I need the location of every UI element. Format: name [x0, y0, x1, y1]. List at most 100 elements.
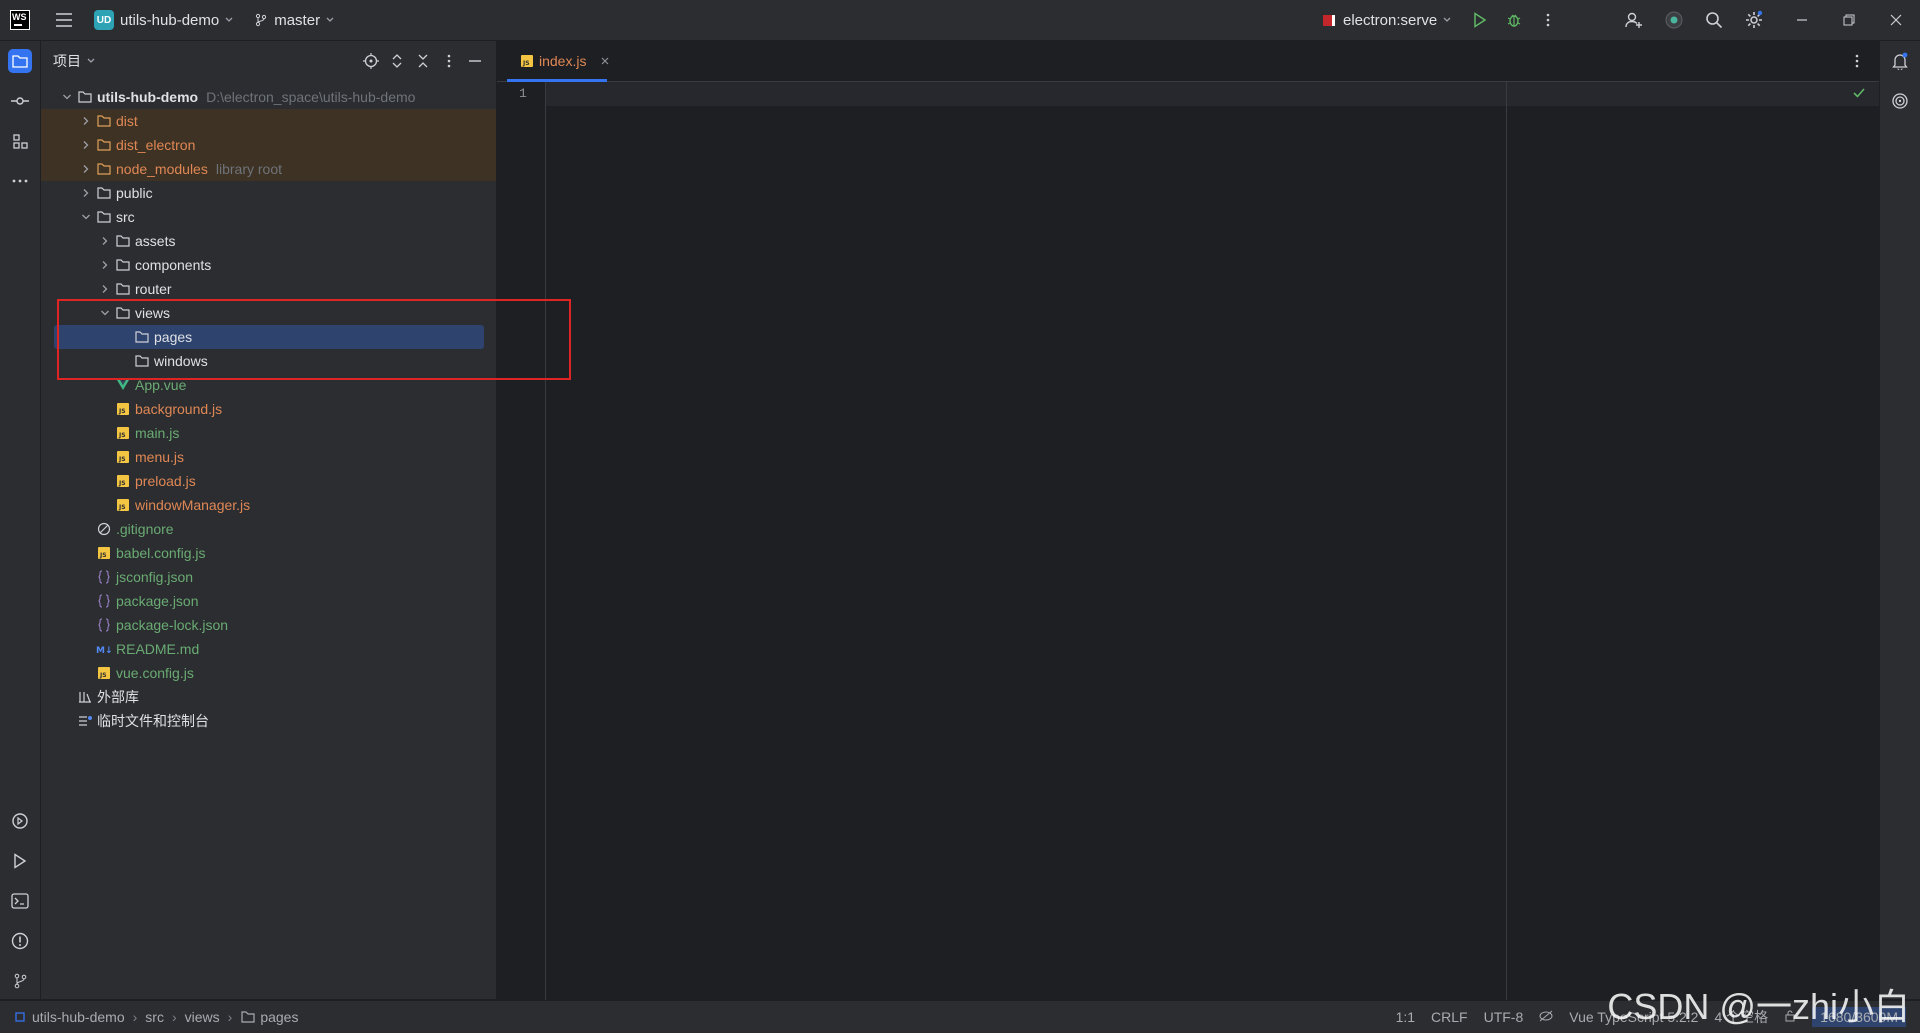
tree-row-[interactable]: 外部库	[41, 685, 496, 709]
tree-row-preload-js[interactable]: JS preload.js	[41, 469, 496, 493]
code-with-me-icon[interactable]	[1622, 8, 1646, 32]
chevron-down-icon[interactable]	[78, 209, 94, 225]
chevron-right-icon[interactable]	[78, 161, 94, 177]
main-menu-icon[interactable]	[52, 8, 76, 32]
tree-row-public[interactable]: public	[41, 181, 496, 205]
tree-row-components[interactable]: components	[41, 253, 496, 277]
chevron-right-icon[interactable]	[78, 113, 94, 129]
tree-item-label: package.json	[116, 593, 199, 609]
tree-row-utils-hub-demo[interactable]: utils-hub-demo D:\electron_space\utils-hu…	[41, 85, 496, 109]
tree-row-jsconfig-json[interactable]: jsconfig.json	[41, 565, 496, 589]
editor-tab-index-js[interactable]: JS index.js	[507, 41, 622, 81]
run-config-selector[interactable]: electron:serve	[1323, 12, 1452, 29]
run-icon[interactable]	[1468, 8, 1492, 32]
tree-row-gitignore[interactable]: .gitignore	[41, 517, 496, 541]
tree-row-package-json[interactable]: package.json	[41, 589, 496, 613]
problems-icon[interactable]	[8, 929, 32, 953]
expand-all-icon[interactable]	[385, 49, 409, 73]
chevron-down-icon	[87, 58, 95, 63]
file-encoding[interactable]: UTF-8	[1484, 1009, 1524, 1025]
tree-row-dist[interactable]: dist	[41, 109, 496, 133]
tree-row-assets[interactable]: assets	[41, 229, 496, 253]
external-library-icon	[77, 689, 93, 705]
project-view-selector[interactable]: 项目	[53, 51, 96, 71]
hide-panel-icon[interactable]	[463, 49, 487, 73]
tree-row-pages[interactable]: pages	[54, 325, 484, 349]
tree-row-app-vue[interactable]: App.vue	[41, 373, 496, 397]
chevron-right-icon: ›	[171, 1009, 177, 1025]
tree-item-label: windows	[154, 353, 208, 369]
tab-options-icon[interactable]	[1845, 49, 1869, 73]
ai-assistant-spiral-icon[interactable]	[1888, 89, 1912, 113]
services-icon[interactable]	[8, 809, 32, 833]
tree-row-[interactable]: 临时文件和控制台	[41, 709, 496, 733]
restore-window-icon[interactable]	[1837, 8, 1861, 32]
breadcrumb-item[interactable]: views	[185, 1009, 220, 1025]
ai-assistant-icon[interactable]	[1662, 8, 1686, 32]
debug-icon[interactable]	[1502, 8, 1526, 32]
chevron-right-icon[interactable]	[78, 185, 94, 201]
line-separator[interactable]: CRLF	[1431, 1009, 1468, 1025]
tree-row-background-js[interactable]: JS background.js	[41, 397, 496, 421]
terminal-icon[interactable]	[8, 889, 32, 913]
tree-row-vue-config-js[interactable]: JS vue.config.js	[41, 661, 496, 685]
svg-text:JS: JS	[99, 672, 107, 679]
close-window-icon[interactable]	[1884, 8, 1908, 32]
commit-icon[interactable]	[8, 89, 32, 113]
project-switcher[interactable]: UD utils-hub-demo	[94, 10, 234, 30]
tree-row-router[interactable]: router	[41, 277, 496, 301]
run-tool-icon[interactable]	[8, 849, 32, 873]
tree-row-main-js[interactable]: JS main.js	[41, 421, 496, 445]
collapse-all-icon[interactable]	[411, 49, 435, 73]
minimize-window-icon[interactable]	[1790, 8, 1814, 32]
close-tab-icon[interactable]	[600, 56, 610, 66]
chevron-right-icon[interactable]	[97, 257, 113, 273]
chevron-right-icon[interactable]	[97, 233, 113, 249]
js-file-icon: JS	[115, 425, 131, 441]
options-icon[interactable]	[437, 49, 461, 73]
branch-name: master	[274, 11, 321, 29]
chevron-right-icon[interactable]	[97, 281, 113, 297]
tree-row-readme-md[interactable]: M↓ README.md	[41, 637, 496, 661]
more-tool-windows-icon[interactable]	[8, 169, 32, 193]
tree-row-src[interactable]: src	[41, 205, 496, 229]
caret-position[interactable]: 1:1	[1396, 1009, 1415, 1025]
project-badge: UD	[94, 10, 114, 30]
no-problems-check-icon	[1851, 85, 1867, 101]
tree-row-windows[interactable]: windows	[41, 349, 496, 373]
search-everywhere-icon[interactable]	[1702, 8, 1726, 32]
more-actions-icon[interactable]	[1536, 8, 1560, 32]
tree-row-babel-config-js[interactable]: JS babel.config.js	[41, 541, 496, 565]
tree-item-label: dist	[116, 113, 138, 129]
eye-off-icon[interactable]	[1539, 1009, 1553, 1025]
notifications-bell-icon[interactable]	[1888, 49, 1912, 73]
settings-gear-icon[interactable]	[1742, 8, 1766, 32]
js-file-icon: JS	[96, 545, 112, 561]
structure-icon[interactable]	[8, 129, 32, 153]
module-icon	[12, 1009, 28, 1025]
js-file-icon: JS	[115, 497, 131, 513]
tree-row-node-modules[interactable]: node_modules library root	[41, 157, 496, 181]
tree-item-label: preload.js	[135, 473, 196, 489]
chevron-down-icon[interactable]	[59, 89, 75, 105]
breadcrumb-item[interactable]: src	[145, 1009, 164, 1025]
tree-row-views[interactable]: views	[41, 301, 496, 325]
locate-file-icon[interactable]	[359, 49, 383, 73]
tree-row-menu-js[interactable]: JS menu.js	[41, 445, 496, 469]
tree-item-label: node_modules	[116, 161, 208, 177]
project-folder-icon[interactable]	[8, 49, 32, 73]
breadcrumb-item[interactable]: pages	[260, 1009, 298, 1025]
chevron-right-icon[interactable]	[78, 137, 94, 153]
git-icon[interactable]	[8, 969, 32, 993]
vcs-branch-switcher[interactable]: master	[254, 12, 335, 29]
folder-icon	[134, 329, 150, 345]
code-text-area[interactable]	[546, 82, 1879, 1016]
tree-row-dist-electron[interactable]: dist_electron	[41, 133, 496, 157]
chevron-down-icon[interactable]	[97, 305, 113, 321]
breadcrumb-item[interactable]: utils-hub-demo	[32, 1009, 125, 1025]
tree-row-windowmanager-js[interactable]: JS windowManager.js	[41, 493, 496, 517]
tree-row-package-lock-json[interactable]: package-lock.json	[41, 613, 496, 637]
